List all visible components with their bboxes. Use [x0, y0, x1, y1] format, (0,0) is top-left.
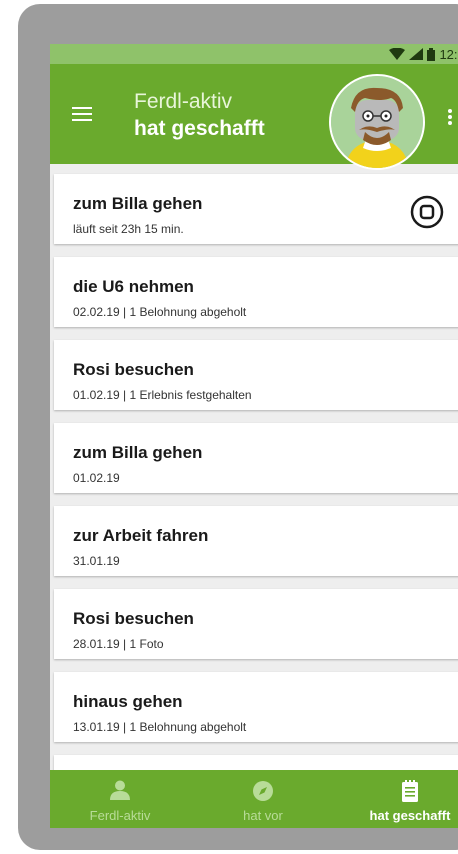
nav-hat-vor[interactable]: hat vor — [193, 770, 333, 828]
item-title: hinaus gehen — [73, 692, 183, 711]
avatar[interactable] — [329, 74, 425, 170]
more-options-icon[interactable] — [446, 108, 454, 126]
list-item[interactable]: die U6 nehmen 02.02.19 | 1 Belohnung abg… — [54, 257, 458, 327]
stop-icon[interactable] — [409, 194, 445, 230]
avatar-illustration — [331, 76, 423, 168]
status-bar: 12:30 — [50, 44, 458, 64]
item-title: zum Billa gehen — [73, 443, 203, 462]
app-title: Ferdl-aktiv — [134, 90, 233, 113]
item-subtitle: 31.01.19 — [73, 554, 120, 568]
item-title: die U6 nehmen — [73, 277, 194, 296]
nav-label: hat geschafft — [369, 808, 451, 823]
list-item[interactable]: hinaus gehen 13.01.19 | 1 Belohnung abge… — [54, 672, 458, 742]
app-bar: Ferdl-aktiv hat geschafft — [50, 64, 458, 170]
page-title: hat geschafft — [134, 117, 265, 140]
nav-hat-geschafft[interactable]: hat geschafft — [340, 770, 458, 828]
app-screen: 12:30 Ferdl-aktiv hat geschafft — [50, 44, 458, 828]
wifi-icon — [389, 48, 406, 60]
item-title: Rosi besuchen — [73, 609, 194, 628]
item-subtitle: läuft seit 23h 15 min. — [73, 222, 184, 236]
person-icon — [110, 780, 130, 800]
battery-icon — [427, 47, 436, 61]
list-item[interactable]: Rosi besuchen 28.01.19 | 1 Foto — [54, 589, 458, 659]
item-subtitle: 02.02.19 | 1 Belohnung abgeholt — [73, 305, 247, 319]
item-subtitle: 13.01.19 | 1 Belohnung abgeholt — [73, 720, 247, 734]
status-time: 12:30 — [439, 46, 458, 62]
notepad-icon — [402, 780, 418, 802]
item-title: zum Billa gehen — [73, 194, 203, 213]
item-subtitle: 01.02.19 | 1 Erlebnis festgehalten — [73, 388, 252, 402]
nav-ferdl-aktiv[interactable]: Ferdl-aktiv — [50, 770, 190, 828]
item-subtitle: 28.01.19 | 1 Foto — [73, 637, 164, 651]
bottom-navigation: Ferdl-aktiv hat vor hat geschafft — [50, 770, 458, 828]
item-title: zur Arbeit fahren — [73, 526, 209, 545]
item-subtitle: 01.02.19 — [73, 471, 120, 485]
list-item[interactable]: zum Billa gehen läuft seit 23h 15 min. — [54, 174, 458, 244]
item-title: Rosi besuchen — [73, 360, 194, 379]
list-item[interactable]: zur Arbeit fahren 31.01.19 — [54, 506, 458, 576]
list-item[interactable]: zum Billa gehen 01.02.19 — [54, 423, 458, 493]
menu-icon[interactable] — [72, 106, 92, 122]
list-item[interactable]: Rosi besuchen 01.02.19 | 1 Erlebnis fest… — [54, 340, 458, 410]
nav-label: hat vor — [243, 808, 283, 823]
compass-icon — [253, 781, 273, 801]
nav-label: Ferdl-aktiv — [89, 808, 151, 823]
phone-frame: 12:30 Ferdl-aktiv hat geschafft — [18, 4, 458, 850]
signal-icon — [409, 48, 424, 60]
